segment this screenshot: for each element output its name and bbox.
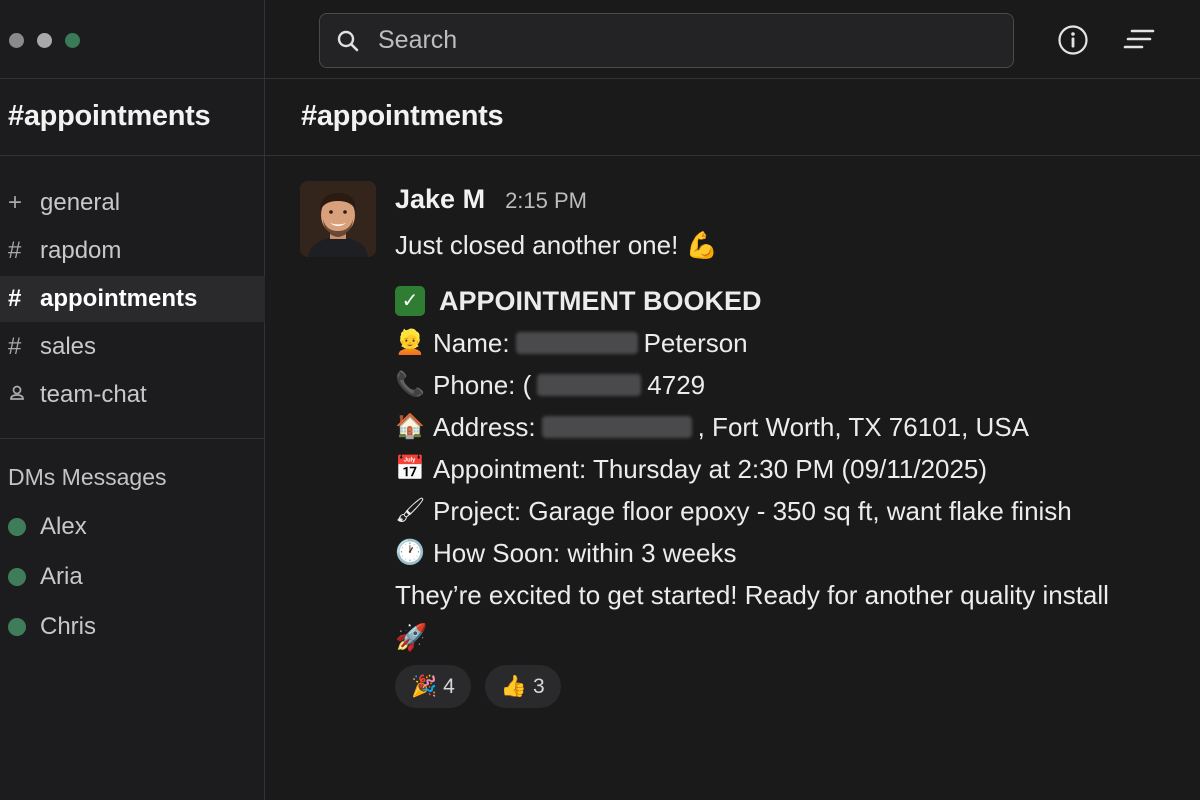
channel-label: rapdom xyxy=(40,237,122,264)
message-line-how-soon: 🕐 How Soon: within 3 weeks xyxy=(395,532,1185,574)
workspace-title[interactable]: #appointments xyxy=(8,100,211,133)
dm-section-header[interactable]: DMs Messages xyxy=(8,464,166,491)
divider xyxy=(0,438,265,439)
phone-label: Phone: ( xyxy=(433,370,532,400)
dm-name: Chris xyxy=(40,613,97,640)
phone-icon: 📞 xyxy=(395,371,425,398)
booked-heading: APPOINTMENT BOOKED xyxy=(439,286,762,316)
thumbs-up-icon: 👍 xyxy=(500,674,527,698)
rocket-icon: 🚀 xyxy=(395,622,428,652)
address-label: Address: xyxy=(433,412,536,442)
redacted-street xyxy=(541,416,692,438)
divider xyxy=(265,78,1200,79)
channel-label: team-chat xyxy=(40,381,147,408)
message-header: Jake M 2:15 PM xyxy=(395,184,587,215)
name-value: Peterson xyxy=(643,328,748,358)
reaction-thumbs-up[interactable]: 👍 3 xyxy=(484,665,561,708)
party-popper-icon: 🎉 xyxy=(411,674,438,698)
menu-lines-icon xyxy=(1123,29,1155,49)
clock-icon: 🕐 xyxy=(395,539,425,566)
workspace-title-label: appointments xyxy=(23,100,211,132)
search-bar[interactable] xyxy=(319,13,1014,68)
search-icon xyxy=(337,30,359,51)
channel-header-label: appointments xyxy=(316,100,504,132)
online-status-icon xyxy=(8,568,26,586)
message-line-address: 🏠 Address: , Fort Worth, TX 76101, USA xyxy=(395,406,1185,448)
address-value: , Fort Worth, TX 76101, USA xyxy=(697,412,1030,442)
divider xyxy=(0,78,265,79)
hash-icon: # xyxy=(8,237,22,264)
online-status-icon xyxy=(8,618,26,636)
name-label: Name: xyxy=(433,328,510,358)
close-window-button[interactable] xyxy=(9,33,24,48)
redacted-first-name xyxy=(515,332,638,354)
phone-value: 4729 xyxy=(647,370,706,400)
channel-header-title[interactable]: #appointments xyxy=(301,100,504,133)
hash-icon: # xyxy=(8,333,22,360)
reactions-bar: 🎉 4 👍 3 xyxy=(395,665,561,708)
avatar[interactable] xyxy=(300,181,376,257)
calendar-icon: 📅 xyxy=(395,455,425,482)
redacted-phone xyxy=(537,374,642,396)
message-body: Just closed another one! 💪 ✓ APPOINTMENT… xyxy=(395,224,1185,658)
message-timestamp[interactable]: 2:15 PM xyxy=(505,188,587,214)
channel-label: sales xyxy=(40,333,97,360)
person-icon xyxy=(8,381,40,409)
message-author[interactable]: Jake M xyxy=(395,184,485,215)
checkmark-icon: ✓ xyxy=(395,286,425,316)
project-text: Project: Garage floor epoxy - 350 sq ft,… xyxy=(433,496,1072,526)
message-line-intro: Just closed another one! 💪 xyxy=(395,230,718,260)
message-line-booked: ✓ APPOINTMENT BOOKED xyxy=(395,280,1185,322)
sidebar: #appointments + general # rapdom # appoi… xyxy=(0,0,265,800)
house-icon: 🏠 xyxy=(395,413,425,440)
plus-icon: + xyxy=(8,189,23,216)
sidebar-item-general[interactable]: + general xyxy=(0,180,265,226)
window-controls xyxy=(9,33,80,48)
dm-item-alex[interactable]: Alex xyxy=(0,502,265,552)
dm-name: Alex xyxy=(40,513,87,540)
dm-list: Alex Aria Chris xyxy=(0,502,265,652)
info-button[interactable] xyxy=(1057,24,1089,56)
sort-menu-button[interactable] xyxy=(1122,26,1156,54)
appointment-text: Appointment: Thursday at 2:30 PM (09/11/… xyxy=(433,454,988,484)
how-soon-text: How Soon: within 3 weeks xyxy=(433,538,737,568)
paint-roller-icon: 🖌 xyxy=(395,497,426,524)
sidebar-item-sales[interactable]: # sales xyxy=(0,324,265,370)
dm-item-chris[interactable]: Chris xyxy=(0,602,265,652)
message-line-phone: 📞 Phone: ( 4729 xyxy=(395,364,1185,406)
reaction-party[interactable]: 🎉 4 xyxy=(395,665,471,708)
reaction-count: 3 xyxy=(533,674,545,698)
divider xyxy=(0,155,265,156)
sidebar-item-team-chat[interactable]: team-chat xyxy=(0,372,265,418)
sidebar-item-rapdom[interactable]: # rapdom xyxy=(0,228,265,274)
channel-label: appointments xyxy=(40,285,198,312)
dm-name: Aria xyxy=(40,563,83,590)
message-line-closing: They’re excited to get started! Ready fo… xyxy=(395,580,1109,610)
channel-list: + general # rapdom # appointments # sale… xyxy=(0,180,265,420)
info-icon xyxy=(1058,25,1088,55)
message-line-appointment: 📅 Appointment: Thursday at 2:30 PM (09/1… xyxy=(395,448,1185,490)
channel-label: general xyxy=(40,189,121,216)
zoom-window-button[interactable] xyxy=(65,33,80,48)
person-icon: 👱 xyxy=(395,329,425,356)
sidebar-item-appointments[interactable]: # appointments xyxy=(0,276,265,322)
divider xyxy=(265,155,1200,156)
hash-icon: # xyxy=(8,285,22,312)
search-input[interactable] xyxy=(378,26,978,55)
message-line-project: 🖌 Project: Garage floor epoxy - 350 sq f… xyxy=(395,490,1185,532)
minimize-window-button[interactable] xyxy=(37,33,52,48)
dm-item-aria[interactable]: Aria xyxy=(0,552,265,602)
online-status-icon xyxy=(8,518,26,536)
reaction-count: 4 xyxy=(443,674,455,698)
message-line-name: 👱 Name: Peterson xyxy=(395,322,1185,364)
